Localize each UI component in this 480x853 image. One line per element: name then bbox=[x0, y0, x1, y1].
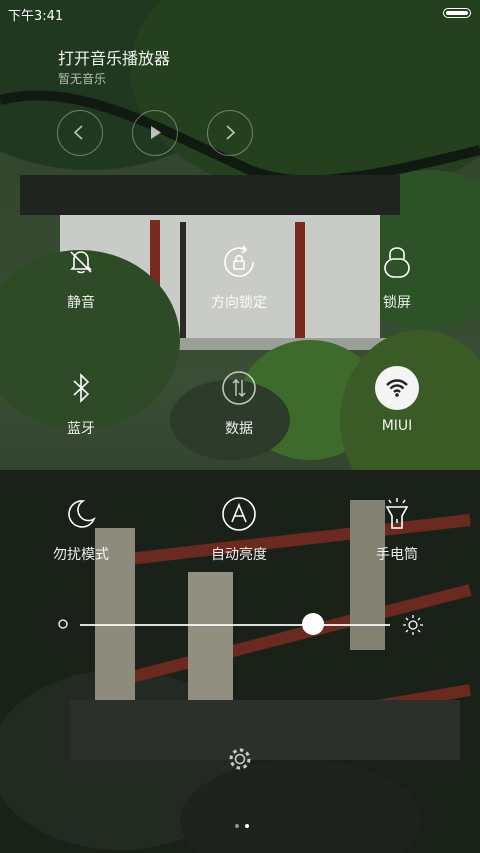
toggle-rotation-lock[interactable]: 方向锁定 bbox=[179, 240, 299, 340]
page-dot-active bbox=[245, 824, 249, 828]
music-player-title[interactable]: 打开音乐播放器 bbox=[58, 45, 170, 69]
next-button[interactable] bbox=[207, 110, 253, 156]
toggle-label: 数据 bbox=[225, 421, 253, 437]
toggle-label: 方向锁定 bbox=[211, 295, 267, 311]
toggle-mobile-data[interactable]: 数据 bbox=[179, 366, 299, 466]
bluetooth-icon bbox=[59, 366, 103, 410]
toggle-label: 蓝牙 bbox=[67, 421, 95, 437]
toggle-label: MIUI bbox=[381, 418, 413, 434]
toggle-wifi[interactable]: MIUI bbox=[337, 366, 457, 466]
toggle-label: 静音 bbox=[67, 295, 95, 311]
rotation-lock-icon bbox=[217, 240, 261, 284]
battery-icon bbox=[443, 8, 471, 18]
moon-icon bbox=[59, 492, 103, 536]
flashlight-icon bbox=[375, 492, 419, 536]
play-button[interactable] bbox=[132, 110, 178, 156]
gear-icon[interactable] bbox=[226, 745, 254, 773]
toggle-label: 自动亮度 bbox=[211, 547, 267, 563]
brightness-high-icon bbox=[403, 615, 423, 635]
chevron-left-icon bbox=[73, 125, 83, 140]
toggle-mute[interactable]: 静音 bbox=[21, 240, 141, 340]
chevron-right-icon bbox=[226, 125, 236, 140]
auto-brightness-icon bbox=[217, 492, 261, 536]
brightness-slider-handle[interactable] bbox=[301, 613, 324, 635]
brightness-track[interactable] bbox=[80, 624, 390, 626]
lock-icon bbox=[375, 240, 419, 284]
page-indicator bbox=[232, 813, 252, 832]
page-dot bbox=[235, 824, 239, 828]
toggle-do-not-disturb[interactable]: 勿扰模式 bbox=[21, 492, 141, 592]
toggle-label: 手电筒 bbox=[376, 547, 418, 563]
toggle-auto-brightness[interactable]: 自动亮度 bbox=[179, 492, 299, 592]
status-time: 下午3:41 bbox=[8, 9, 64, 24]
toggle-bluetooth[interactable]: 蓝牙 bbox=[21, 366, 141, 466]
previous-button[interactable] bbox=[57, 110, 103, 156]
mobile-data-icon bbox=[217, 366, 261, 410]
wifi-icon bbox=[375, 366, 419, 410]
toggle-lock-screen[interactable]: 锁屏 bbox=[337, 240, 457, 340]
toggle-label: 勿扰模式 bbox=[53, 547, 109, 563]
toggle-label: 锁屏 bbox=[383, 295, 411, 311]
bell-off-icon bbox=[59, 240, 103, 284]
music-status: 暂无音乐 bbox=[58, 72, 107, 86]
play-icon bbox=[151, 126, 161, 139]
toggle-flashlight[interactable]: 手电筒 bbox=[337, 492, 457, 592]
brightness-low-icon bbox=[58, 619, 68, 629]
